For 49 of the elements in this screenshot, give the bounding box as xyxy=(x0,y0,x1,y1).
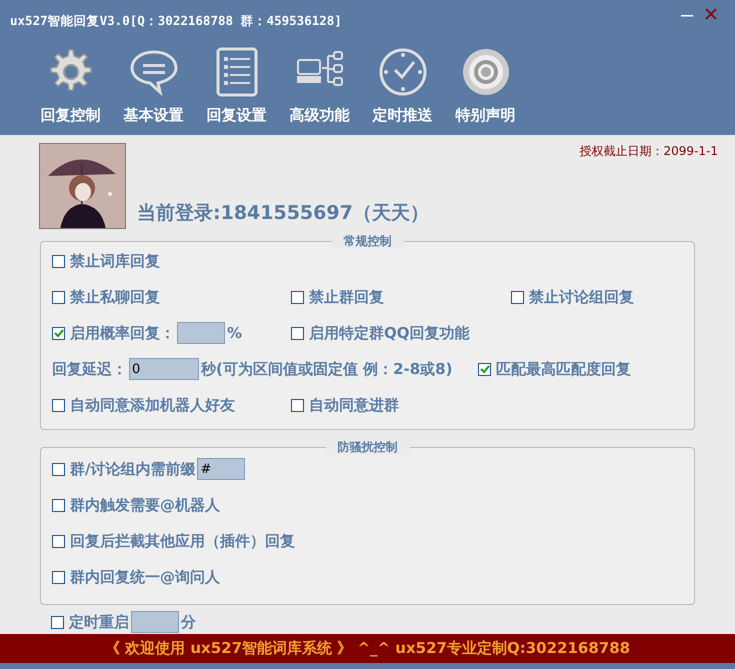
checkbox[interactable] xyxy=(291,326,304,340)
checkbox-label[interactable]: 群内回复统一@询问人 xyxy=(70,566,220,588)
checkbox[interactable] xyxy=(52,498,65,512)
login-status: 当前登录:1841555697（天天） xyxy=(137,201,429,226)
license-date: 授权截止日期：2099-1-1 xyxy=(580,143,718,160)
checkbox[interactable] xyxy=(291,398,304,412)
checkbox[interactable] xyxy=(52,534,65,548)
unit-label: 秒(可为区间值或固定值 例：2-8或8) xyxy=(201,358,452,380)
clock-icon xyxy=(376,46,428,98)
toolbar-button[interactable]: 回复控制 xyxy=(30,46,111,126)
checkbox-label[interactable]: 启用概率回复： xyxy=(70,322,175,344)
checkbox-label[interactable]: 自动同意进群 xyxy=(309,394,399,416)
input-field[interactable]: 0 xyxy=(129,358,199,380)
checkbox[interactable] xyxy=(52,398,65,412)
unit-label: 分 xyxy=(181,612,196,633)
checkbox-label[interactable]: 禁止群回复 xyxy=(309,286,384,308)
checkbox[interactable] xyxy=(52,254,65,268)
group-title: 常规控制 xyxy=(332,233,404,249)
input-field[interactable]: # xyxy=(197,458,246,480)
unit-label: % xyxy=(227,322,242,344)
toolbar-button[interactable]: 基本设置 xyxy=(113,46,194,126)
checkbox-label[interactable]: 群/讨论组内需前缀 xyxy=(70,458,196,480)
checkbox[interactable] xyxy=(291,290,304,304)
checkbox-label[interactable]: 匹配最高匹配度回复 xyxy=(496,358,631,380)
checkbox[interactable] xyxy=(52,570,65,584)
toolbar-button[interactable]: 定时推送 xyxy=(362,46,443,126)
field-label: 回复延迟： xyxy=(52,358,127,380)
checkbox[interactable] xyxy=(52,326,65,340)
checkbox[interactable] xyxy=(51,616,64,629)
checkbox[interactable] xyxy=(52,462,65,476)
checkbox-label[interactable]: 启用特定群QQ回复功能 xyxy=(309,322,470,344)
checkbox-label[interactable]: 回复后拦截其他应用（插件）回复 xyxy=(70,530,295,552)
checkbox[interactable] xyxy=(511,290,524,304)
toolbar-button[interactable]: 回复设置 xyxy=(196,46,277,126)
checkbox-label[interactable]: 群内触发需要@机器人 xyxy=(70,494,220,516)
checkbox[interactable] xyxy=(478,362,491,376)
input-field[interactable] xyxy=(131,611,179,634)
checkbox[interactable] xyxy=(52,290,65,304)
checkbox-label[interactable]: 禁止私聊回复 xyxy=(70,286,160,308)
group-title: 防骚扰控制 xyxy=(326,439,410,455)
footer-banner: 《 欢迎使用 ux527智能词库系统 》 ^_^ ux527专业定制Q:3022168788 xyxy=(0,634,735,663)
window-title: ux527智能回复V3.0[Q：3022168788 群：459536128] xyxy=(10,12,342,30)
checkbox-label[interactable]: 定时重启 xyxy=(69,611,129,634)
checkbox-label[interactable]: 禁止词库回复 xyxy=(70,250,160,272)
input-field[interactable] xyxy=(177,322,225,344)
checkbox-label[interactable]: 禁止讨论组回复 xyxy=(529,286,634,308)
toolbar-button[interactable]: 高级功能 xyxy=(279,46,360,126)
toolbar-button[interactable]: 特别声明 xyxy=(445,46,526,126)
checkbox-label[interactable]: 自动同意添加机器人好友 xyxy=(70,394,235,416)
